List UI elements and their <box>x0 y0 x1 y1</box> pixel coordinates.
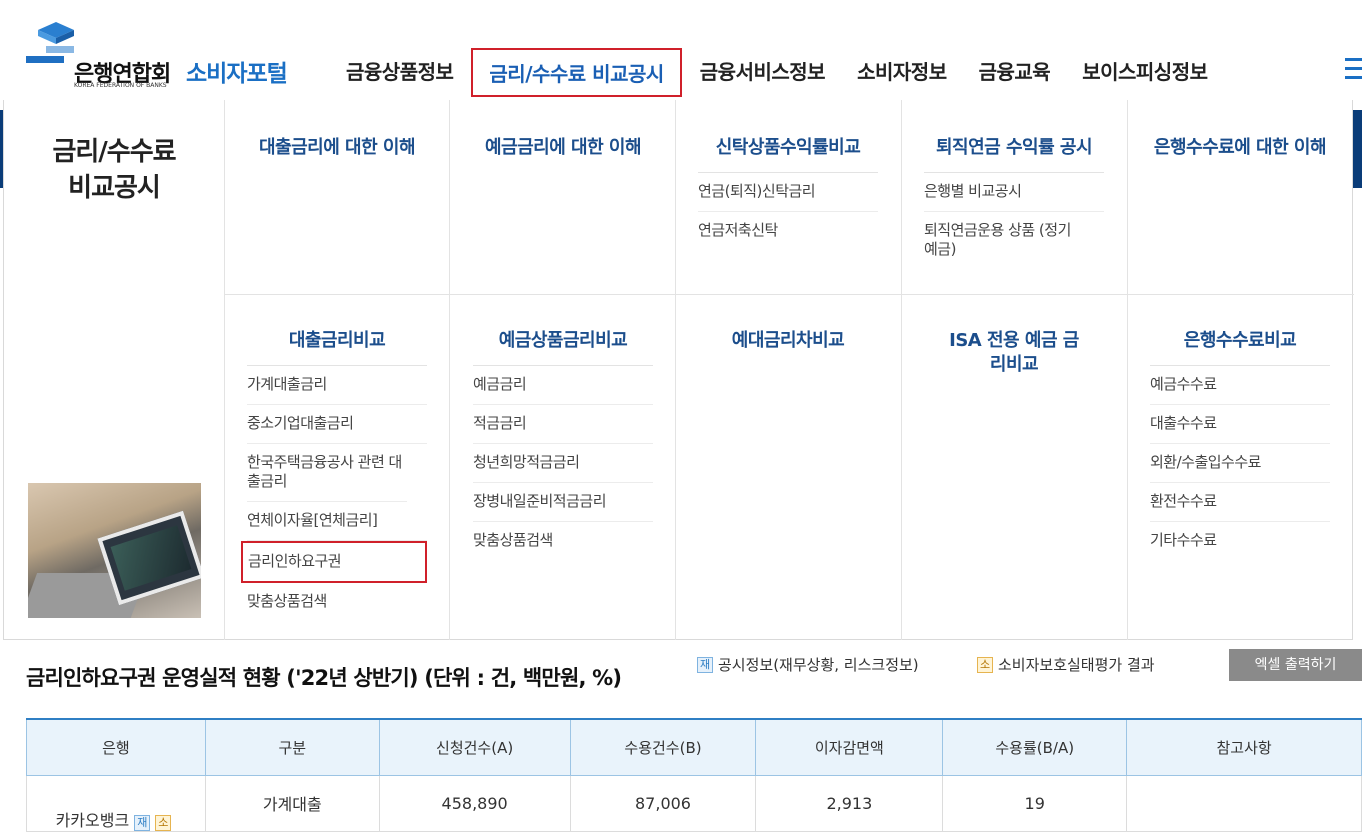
results-table: 은행 구분 신청건수(A) 수용건수(B) 이자감면액 수용률(B/A) 참고사… <box>26 718 1362 832</box>
menu-item[interactable]: 장병내일준비적금금리 <box>473 483 653 522</box>
note-cell <box>1126 774 1362 832</box>
logo[interactable]: 은행연합회 KOREA FEDERATION OF BANKS <box>26 22 186 92</box>
apply-cell: 458,890 <box>378 774 571 832</box>
menu-item[interactable]: 연금저축신탁 <box>698 212 878 250</box>
menu-item[interactable]: 한국주택금융공사 관련 대출금리 <box>247 444 407 502</box>
menu-col-deposit-rate-guide: 예금금리에 대한 이해 <box>473 136 653 172</box>
menu-item[interactable]: 환전수수료 <box>1150 483 1330 522</box>
menu-col-fee: 은행수수료비교 예금수수료 대출수수료 외환/수출입수수료 환전수수료 기타수수… <box>1150 329 1330 560</box>
col-header-note: 참고사항 <box>1126 718 1362 776</box>
menu-item[interactable]: 연체이자율[연체금리] <box>247 502 427 541</box>
menu-col-loan-rate: 대출금리비교 가계대출금리 중소기업대출금리 한국주택금융공사 관련 대출금리 … <box>241 329 427 621</box>
menu-icon[interactable] <box>1345 58 1362 85</box>
col-header-accept: 수용건수(B) <box>569 718 757 776</box>
legend-disclosure-label: 공시정보(재무상황, 리스크정보) <box>718 656 919 674</box>
menu-item[interactable]: 예금수수료 <box>1150 366 1330 405</box>
legend-disclosure: 재 공시정보(재무상황, 리스크정보) <box>697 654 919 675</box>
menu-head-loan-rate-guide[interactable]: 대출금리에 대한 이해 <box>247 136 427 172</box>
col-header-type: 구분 <box>204 718 380 776</box>
reduction-cell: 2,913 <box>755 774 944 832</box>
section-title: 금리인하요구권 운영실적 현황 ('22년 상반기) (단위 : 건, 백만원,… <box>26 666 622 690</box>
table-header-row: 은행 구분 신청건수(A) 수용건수(B) 이자감면액 수용률(B/A) 참고사… <box>26 718 1362 776</box>
menu-item[interactable]: 기타수수료 <box>1150 522 1330 560</box>
menu-head-trust[interactable]: 신탁상품수익률비교 <box>698 136 878 173</box>
col-header-rate: 수용률(B/A) <box>942 718 1128 776</box>
type-cell: 가계대출 <box>204 774 380 832</box>
table-row: 카카오뱅크 재소 가계대출 458,890 87,006 2,913 19 <box>26 774 1362 832</box>
nav-item-services[interactable]: 금융서비스정보 <box>684 48 841 97</box>
disclosure-badge-icon: 재 <box>697 656 713 673</box>
consumer-badge-icon: 소 <box>977 656 993 673</box>
menu-col-pension: 퇴직연금 수익률 공시 은행별 비교공시 퇴직연금운용 상품 (정기예금) <box>924 136 1104 269</box>
menu-head-fee[interactable]: 은행수수료비교 <box>1150 329 1330 366</box>
col-header-reduction: 이자감면액 <box>755 718 944 776</box>
main-nav: 금융상품정보 금리/수수료 비교공시 금융서비스정보 소비자정보 금융교육 보이… <box>330 48 1224 97</box>
menu-item[interactable]: 적금금리 <box>473 405 653 444</box>
menu-item[interactable]: 가계대출금리 <box>247 366 427 405</box>
menu-head-pension[interactable]: 퇴직연금 수익률 공시 <box>924 136 1104 173</box>
rate-cell: 19 <box>942 774 1128 832</box>
menu-head-isa[interactable]: ISA 전용 예금 금리비교 <box>924 329 1104 377</box>
nav-item-phishing[interactable]: 보이스피싱정보 <box>1066 48 1223 97</box>
panel-title-line2: 비교공시 <box>68 173 161 203</box>
legend-consumer-label: 소비자보호실태평가 결과 <box>998 656 1155 674</box>
logo-subtext: KOREA FEDERATION OF BANKS <box>74 82 167 89</box>
menu-item[interactable]: 맞춤상품검색 <box>473 522 653 560</box>
nav-item-rate-fee[interactable]: 금리/수수료 비교공시 <box>471 48 682 97</box>
panel-title-line1: 금리/수수료 <box>52 137 176 167</box>
menu-item[interactable]: 청년희망적금금리 <box>473 444 653 483</box>
header: 은행연합회 KOREA FEDERATION OF BANKS 소비자포털 금융… <box>0 0 1362 100</box>
bank-cell: 카카오뱅크 재소 <box>26 774 206 832</box>
menu-head-deposit-rate[interactable]: 예금상품금리비교 <box>473 329 653 366</box>
panel-title: 금리/수수료 비교공시 <box>4 134 224 206</box>
menu-item[interactable]: 연금(퇴직)신탁금리 <box>698 173 878 212</box>
side-strip-right <box>1352 110 1362 188</box>
accept-cell: 87,006 <box>569 774 757 832</box>
menu-item[interactable]: 은행별 비교공시 <box>924 173 1104 212</box>
menu-item[interactable]: 중소기업대출금리 <box>247 405 427 444</box>
menu-col-isa: ISA 전용 예금 금리비교 <box>924 329 1104 377</box>
menu-item[interactable]: 대출수수료 <box>1150 405 1330 444</box>
bank-name[interactable]: 카카오뱅크 <box>56 811 130 830</box>
col-header-apply: 신청건수(A) <box>378 718 571 776</box>
menu-col-spread: 예대금리차비교 <box>698 329 878 365</box>
menu-head-fee-guide[interactable]: 은행수수료에 대한 이해 <box>1150 136 1330 172</box>
menu-head-loan-rate[interactable]: 대출금리비교 <box>247 329 427 366</box>
menu-col-loan-rate-guide: 대출금리에 대한 이해 <box>247 136 427 172</box>
menu-item[interactable]: 외환/수출입수수료 <box>1150 444 1330 483</box>
nav-item-products[interactable]: 금융상품정보 <box>330 48 469 97</box>
legend-consumer: 소 소비자보호실태평가 결과 <box>977 654 1155 675</box>
menu-head-deposit-rate-guide[interactable]: 예금금리에 대한 이해 <box>473 136 653 172</box>
panel-illustration <box>28 483 201 618</box>
menu-item[interactable]: 맞춤상품검색 <box>247 583 427 621</box>
menu-item[interactable]: 예금금리 <box>473 366 653 405</box>
menu-col-deposit-rate: 예금상품금리비교 예금금리 적금금리 청년희망적금금리 장병내일준비적금금리 맞… <box>473 329 653 560</box>
menu-item[interactable]: 퇴직연금운용 상품 (정기예금) <box>924 212 1074 269</box>
menu-col-trust: 신탁상품수익률비교 연금(퇴직)신탁금리 연금저축신탁 <box>698 136 878 250</box>
disclosure-badge-icon[interactable]: 재 <box>134 814 151 831</box>
consumer-badge-icon[interactable]: 소 <box>155 814 172 831</box>
menu-item-rate-cut-request[interactable]: 금리인하요구권 <box>241 541 427 583</box>
portal-title[interactable]: 소비자포털 <box>186 54 288 88</box>
logo-mark-icon <box>26 22 74 63</box>
nav-item-education[interactable]: 금융교육 <box>963 48 1067 97</box>
nav-item-consumer[interactable]: 소비자정보 <box>841 48 963 97</box>
menu-col-fee-guide: 은행수수료에 대한 이해 <box>1150 136 1330 172</box>
excel-export-button[interactable]: 엑셀 출력하기 <box>1229 649 1362 681</box>
menu-head-spread[interactable]: 예대금리차비교 <box>698 329 878 365</box>
col-header-bank: 은행 <box>26 718 206 776</box>
mega-menu-panel: 금리/수수료 비교공시 대출금리에 대한 이해 예금금리에 대한 이해 신탁상품… <box>3 100 1354 640</box>
